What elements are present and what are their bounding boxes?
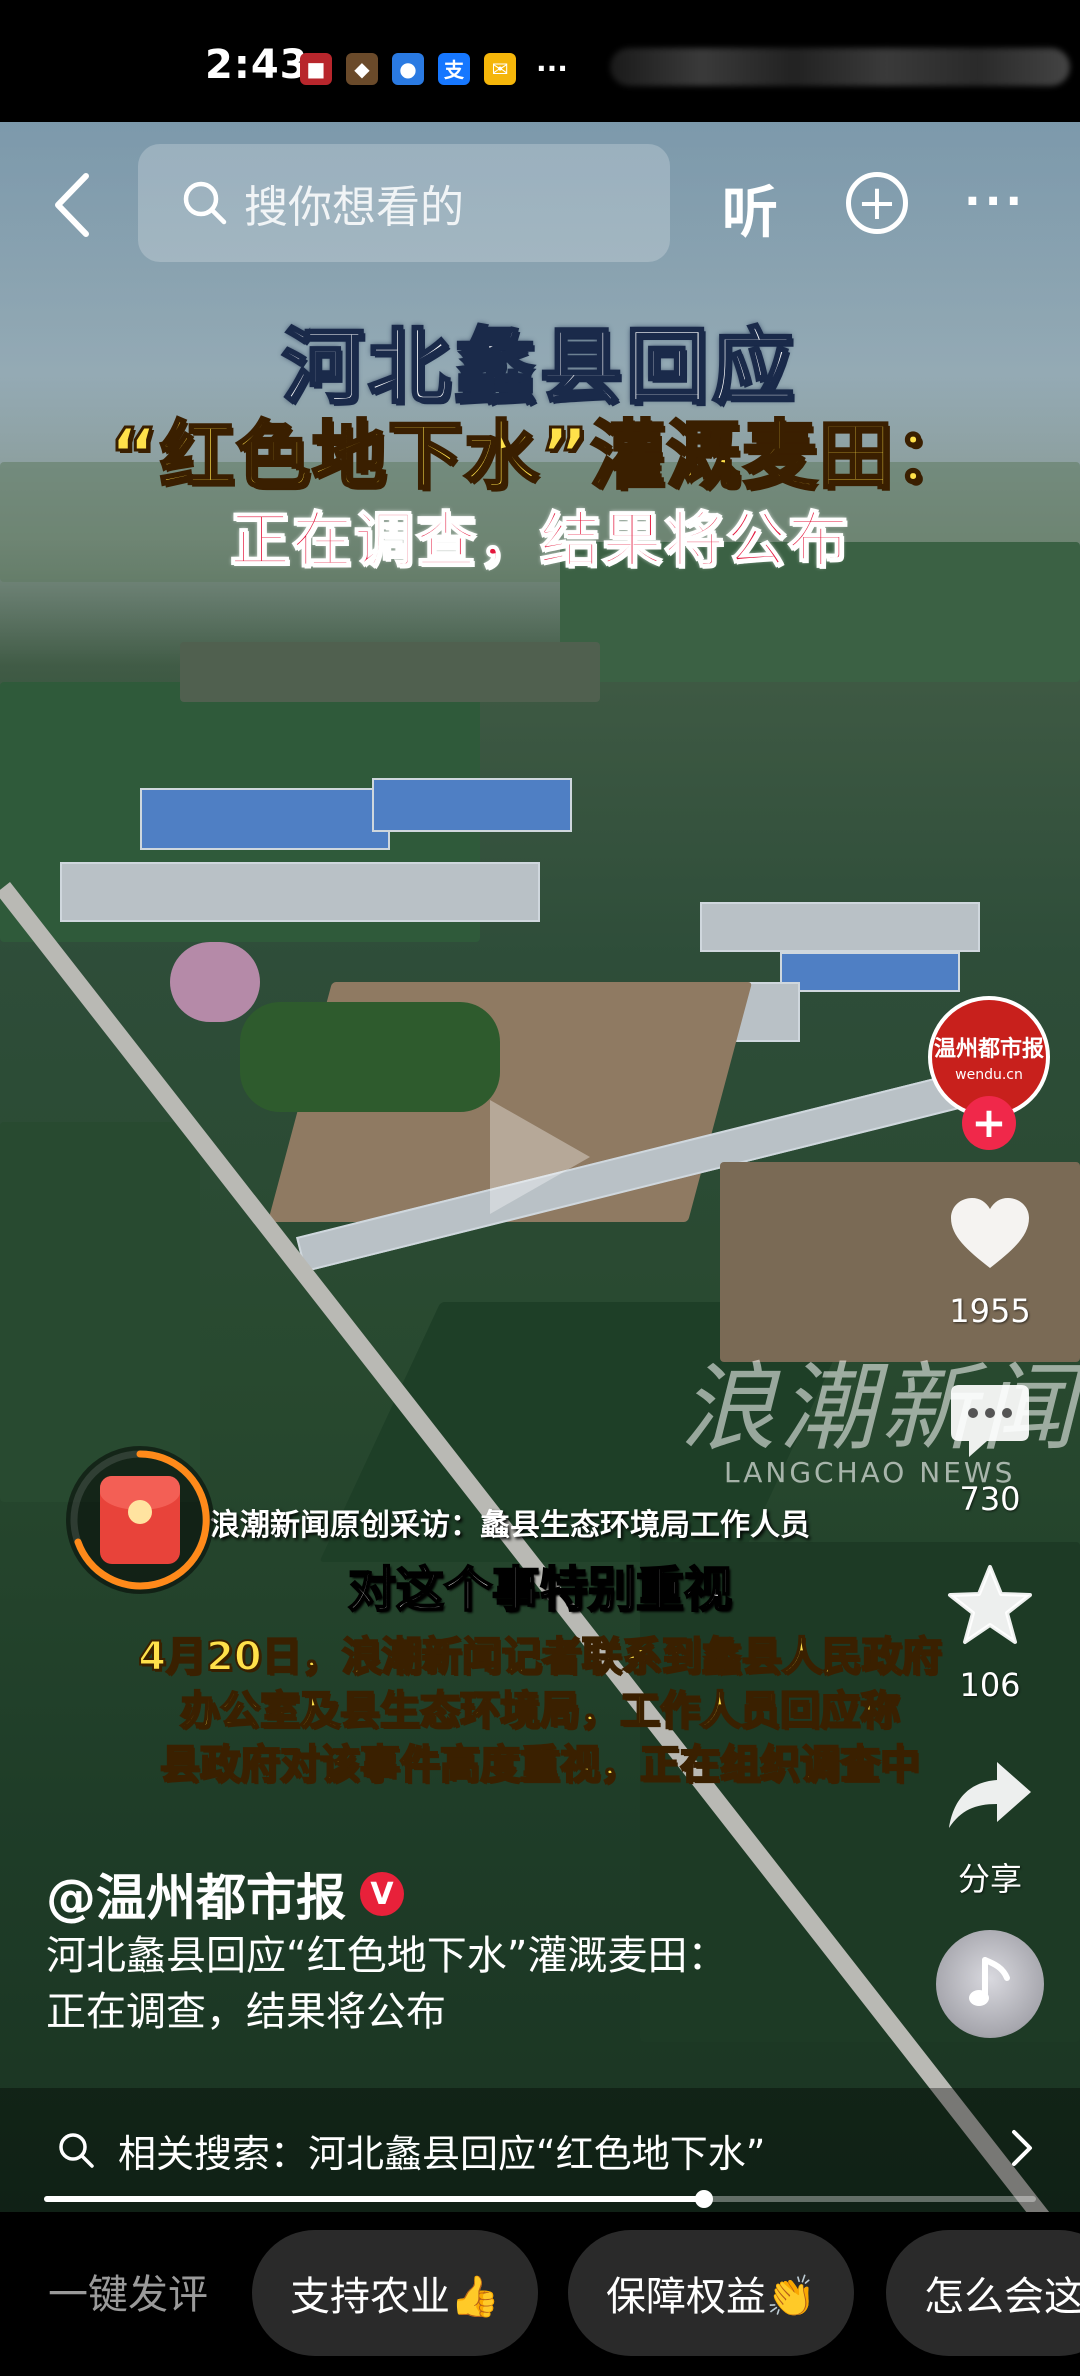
- star-icon: [948, 1565, 1032, 1644]
- status-system-icons-blurred: [610, 48, 1070, 86]
- subtitle-line: 县政府对该事件高度重视，正在组织调查中: [159, 1741, 921, 1789]
- share-button[interactable]: [942, 1752, 1038, 1838]
- red-envelope-icon: [100, 1476, 180, 1564]
- status-more-icon: ···: [536, 52, 568, 85]
- trees-cluster: [240, 1002, 500, 1112]
- like-button[interactable]: [942, 1190, 1038, 1276]
- video-progress-bar[interactable]: [44, 2190, 1036, 2208]
- quick-comment-chip[interactable]: 保障权益👏: [568, 2230, 854, 2356]
- chevron-right-icon: [1012, 2130, 1032, 2166]
- status-time: 2:43: [205, 42, 309, 88]
- factory-roof-2: [372, 778, 572, 832]
- favorite-button[interactable]: [942, 1562, 1038, 1648]
- back-icon[interactable]: [48, 170, 98, 240]
- progress-fill: [44, 2196, 704, 2202]
- quick-comment-chip[interactable]: 怎么会这: [886, 2230, 1080, 2356]
- warehouse-2: [780, 952, 960, 992]
- comment-icon: [951, 1385, 1029, 1457]
- app-notification-icon-3: ●: [392, 52, 424, 85]
- avatar-name: 温州都市报: [933, 1036, 1044, 1062]
- share-arrow-icon: [949, 1762, 1031, 1828]
- subtitle-line: 办公室及县生态环境局，工作人员回应称: [179, 1687, 901, 1735]
- search-icon: [183, 181, 227, 225]
- caption-line: 正在调查，结果将公布: [46, 1989, 446, 2035]
- play-icon[interactable]: [480, 1092, 600, 1222]
- alipay-icon: 支: [438, 52, 470, 85]
- author-name[interactable]: @温州都市报 V: [46, 1858, 404, 1930]
- follow-button[interactable]: +: [962, 1096, 1016, 1150]
- factory-wall: [60, 862, 540, 922]
- quick-comment-chip[interactable]: 支持农业👍: [252, 2230, 538, 2356]
- share-label: 分享: [957, 1860, 1022, 1898]
- heart-icon: [951, 1198, 1029, 1268]
- tree-line: [180, 642, 600, 702]
- video-headline-line2: “红色地下水”灌溉麦田：: [108, 412, 971, 501]
- quick-comment-label: 一键发评: [48, 2272, 208, 2318]
- search-placeholder: 搜你想看的: [244, 182, 464, 233]
- author-handle: @温州都市报: [46, 1869, 346, 1927]
- comment-button[interactable]: [942, 1378, 1038, 1464]
- warehouse-1: [700, 902, 980, 952]
- caption-line: 河北蠡县回应“红色地下水”灌溉麦田：: [46, 1933, 728, 1979]
- blossom-tree: [170, 942, 260, 1022]
- status-app-icons: ■ ◆ ● 支 ✉ ···: [300, 52, 568, 85]
- subtitle-line: 4月20日，浪潮新闻记者联系到蠡县人民政府: [137, 1633, 943, 1681]
- mail-icon: ✉: [484, 52, 516, 85]
- post-caption[interactable]: 河北蠡县回应“红色地下水”灌溉麦田： 正在调查，结果将公布: [46, 1928, 806, 2040]
- shield-app-icon: ◆: [346, 52, 378, 85]
- like-count: 1955: [949, 1292, 1031, 1330]
- search-input[interactable]: 搜你想看的: [138, 144, 670, 262]
- red-packet-button[interactable]: [66, 1446, 214, 1594]
- search-icon: [59, 2133, 94, 2168]
- related-search-bar[interactable]: 相关搜索：河北蠡县回应“红色地下水”: [0, 2088, 1080, 2212]
- related-search-text: 相关搜索：河北蠡县回应“红色地下水”: [118, 2131, 766, 2176]
- music-note-icon: [969, 1957, 1010, 2006]
- favorite-count: 106: [959, 1666, 1021, 1704]
- verified-badge-icon: V: [360, 1872, 404, 1916]
- subtitle-source: 浪潮新闻原创采访：蠡县生态环境局工作人员: [210, 1508, 810, 1543]
- avatar-sub: wendu.cn: [955, 1067, 1023, 1083]
- quick-comment-bar: 一键发评 支持农业👍 保障权益👏 怎么会这: [0, 2212, 1080, 2376]
- add-button[interactable]: +: [846, 172, 908, 234]
- status-bar: 2:43 ■ ◆ ● 支 ✉ ···: [0, 0, 1080, 122]
- subtitle-block: 4月20日，浪潮新闻记者联系到蠡县人民政府 办公室及县生态环境局，工作人员回应称…: [80, 1630, 1000, 1792]
- music-disc-button[interactable]: [936, 1930, 1044, 2038]
- more-button[interactable]: ···: [964, 176, 1026, 227]
- factory-roof-1: [140, 788, 390, 850]
- video-headline-line3: 正在调查，结果将公布: [229, 505, 850, 577]
- app-notification-icon-1: ■: [300, 52, 332, 85]
- progress-handle[interactable]: [694, 2190, 713, 2208]
- field-left-low: [0, 1122, 200, 1502]
- listen-button[interactable]: 听: [722, 168, 778, 249]
- comment-count: 730: [959, 1480, 1021, 1518]
